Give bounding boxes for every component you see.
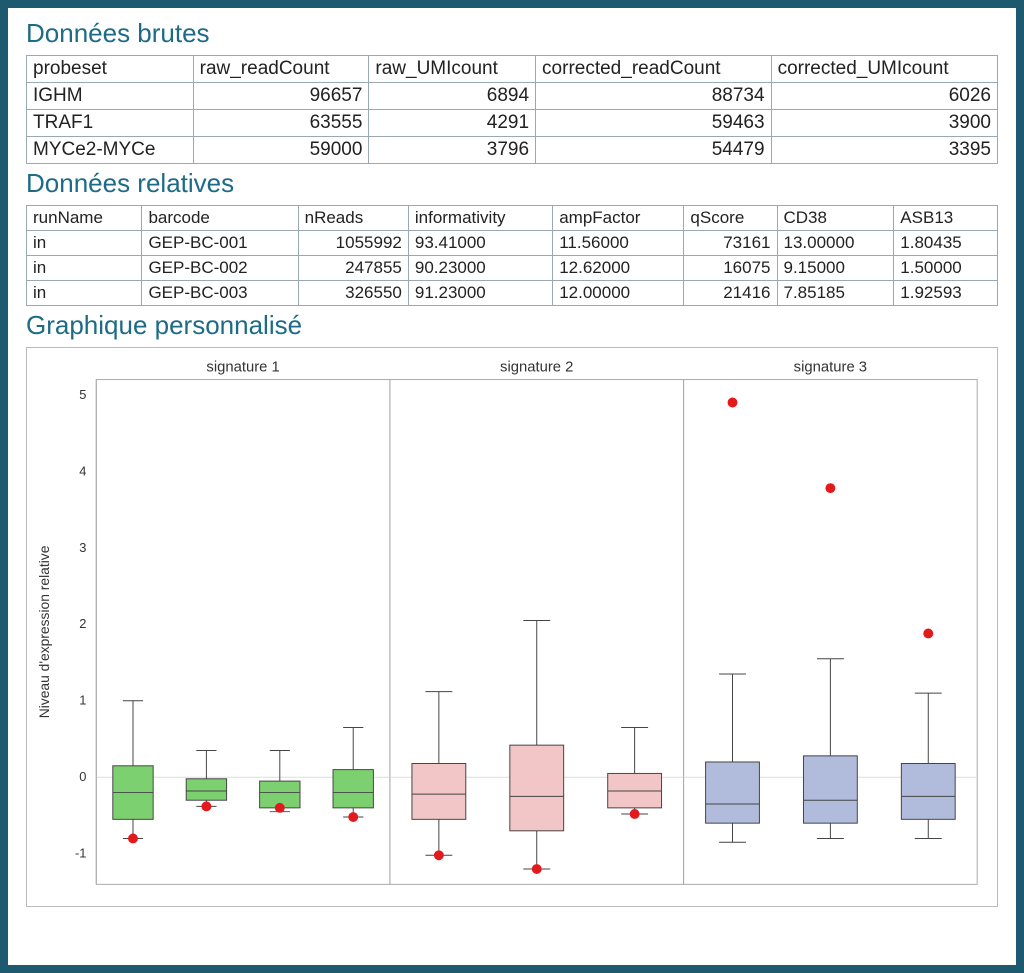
raw-header: probeset [27,56,194,83]
cell: 7.85185 [777,281,894,306]
cell: MYCe2-MYCe [27,137,194,164]
y-axis-label: Niveau d'expression relative [36,545,52,718]
y-tick-label: 0 [79,769,86,784]
cell: 54479 [536,137,772,164]
outlier-dot [728,398,738,408]
raw-header: corrected_readCount [536,56,772,83]
table-row: MYCe2-MYCe590003796544793395 [27,137,998,164]
cell: 13.00000 [777,231,894,256]
cell: in [27,281,142,306]
rel-header: ampFactor [553,206,684,231]
rel-header: informativity [408,206,552,231]
box [186,779,226,800]
panel-label: signature 1 [206,360,279,376]
cell: 326550 [298,281,408,306]
chart-title: Graphique personnalisé [26,310,998,341]
cell: 3796 [369,137,536,164]
table-row: inGEP-BC-001105599293.4100011.5600073161… [27,231,998,256]
cell: in [27,256,142,281]
cell: IGHM [27,83,194,110]
outlier-dot [923,629,933,639]
relative-data-title: Données relatives [26,168,998,199]
y-tick-label: 2 [79,616,86,631]
cell: 1055992 [298,231,408,256]
cell: 1.80435 [894,231,998,256]
y-tick-label: 4 [79,463,86,478]
cell: 3900 [771,110,997,137]
table-row: inGEP-BC-00332655091.2300012.00000214167… [27,281,998,306]
y-tick-label: 5 [79,387,86,402]
table-row: TRAF1635554291594633900 [27,110,998,137]
cell: 91.23000 [408,281,552,306]
cell: 88734 [536,83,772,110]
table-row: IGHM966576894887346026 [27,83,998,110]
box [510,745,564,831]
cell: 3395 [771,137,997,164]
rel-header: runName [27,206,142,231]
cell: 9.15000 [777,256,894,281]
outlier-dot [128,834,138,844]
raw-header: corrected_UMIcount [771,56,997,83]
panel-label: signature 2 [500,360,573,376]
y-tick-label: 1 [79,693,86,708]
outlier-dot [532,864,542,874]
raw-data-table: probesetraw_readCountraw_UMIcountcorrect… [26,55,998,164]
box [333,770,373,808]
outlier-dot [630,809,640,819]
outlier-dot [825,483,835,493]
cell: 59463 [536,110,772,137]
panel-label: signature 3 [794,360,867,376]
cell: 1.92593 [894,281,998,306]
cell: TRAF1 [27,110,194,137]
y-tick-label: 3 [79,540,86,555]
boxplot-chart: -1 0 1 2 3 4 5 Niveau d'expression relative sign… [26,347,998,907]
cell: 247855 [298,256,408,281]
cell: GEP-BC-001 [142,231,298,256]
cell: 59000 [193,137,369,164]
outlier-dot [201,801,211,811]
outlier-dot [275,803,285,813]
cell: 16075 [684,256,777,281]
cell: 90.23000 [408,256,552,281]
rel-header: nReads [298,206,408,231]
relative-data-table: runNamebarcodenReadsinformativityampFact… [26,205,998,306]
cell: 1.50000 [894,256,998,281]
cell: GEP-BC-002 [142,256,298,281]
cell: 11.56000 [553,231,684,256]
cell: 12.00000 [553,281,684,306]
cell: 73161 [684,231,777,256]
raw-header: raw_UMIcount [369,56,536,83]
cell: 93.41000 [408,231,552,256]
table-row: inGEP-BC-00224785590.2300012.62000160759… [27,256,998,281]
cell: 96657 [193,83,369,110]
outlier-dot [348,812,358,822]
cell: 63555 [193,110,369,137]
outlier-dot [434,850,444,860]
box [706,762,760,823]
cell: 4291 [369,110,536,137]
cell: GEP-BC-003 [142,281,298,306]
cell: 6026 [771,83,997,110]
cell: 21416 [684,281,777,306]
cell: in [27,231,142,256]
raw-data-title: Données brutes [26,18,998,49]
raw-header: raw_readCount [193,56,369,83]
rel-header: barcode [142,206,298,231]
cell: 6894 [369,83,536,110]
box [901,764,955,820]
y-tick-label: -1 [75,846,86,861]
rel-header: CD38 [777,206,894,231]
box [412,764,466,820]
rel-header: qScore [684,206,777,231]
box [803,756,857,823]
rel-header: ASB13 [894,206,998,231]
cell: 12.62000 [553,256,684,281]
